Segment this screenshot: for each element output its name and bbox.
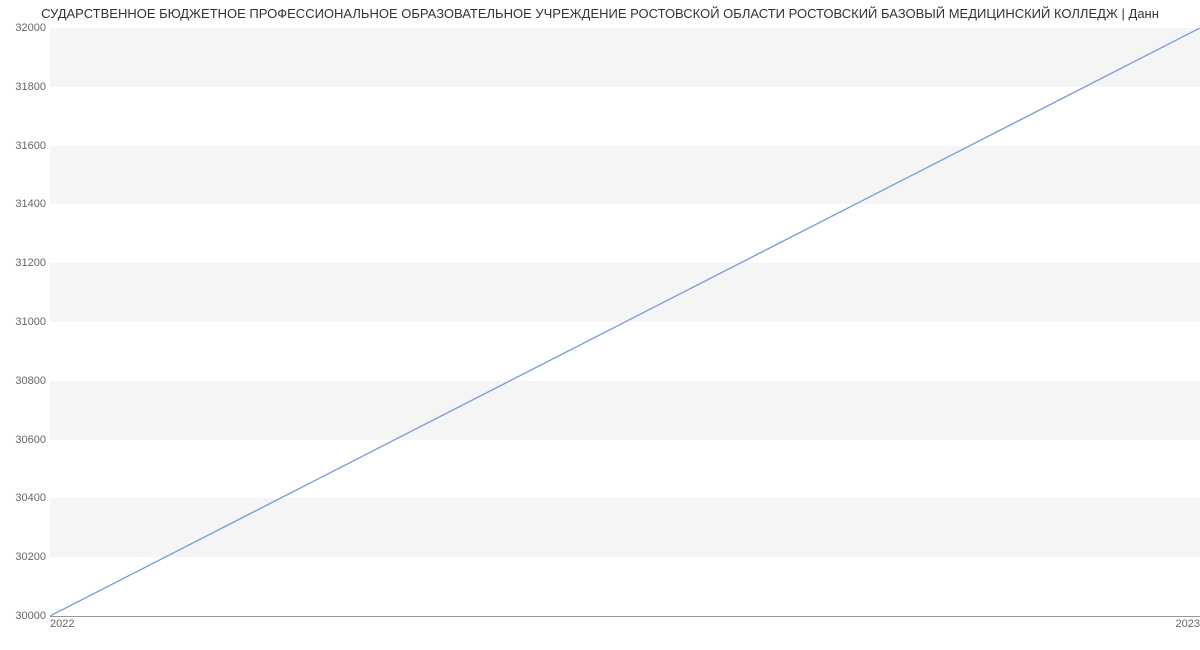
- data-line: [50, 28, 1200, 616]
- y-tick-label: 31000: [2, 316, 46, 328]
- x-tick-label: 2022: [50, 618, 74, 630]
- y-tick-label: 31200: [2, 257, 46, 269]
- y-tick-label: 30400: [2, 492, 46, 504]
- y-tick-label: 30000: [2, 610, 46, 622]
- y-tick-label: 30200: [2, 551, 46, 563]
- chart-container: СУДАРСТВЕННОЕ БЮДЖЕТНОЕ ПРОФЕССИОНАЛЬНОЕ…: [0, 0, 1200, 650]
- y-tick-label: 31600: [2, 140, 46, 152]
- x-tick-label: 2023: [1176, 618, 1200, 630]
- y-tick-label: 31800: [2, 81, 46, 93]
- plot-area: 32000 31800 31600 31400 31200 31000 3080…: [50, 28, 1200, 617]
- y-tick-label: 31400: [2, 198, 46, 210]
- y-tick-label: 32000: [2, 22, 46, 34]
- y-tick-label: 30800: [2, 375, 46, 387]
- y-tick-label: 30600: [2, 434, 46, 446]
- chart-title: СУДАРСТВЕННОЕ БЮДЖЕТНОЕ ПРОФЕССИОНАЛЬНОЕ…: [0, 6, 1200, 21]
